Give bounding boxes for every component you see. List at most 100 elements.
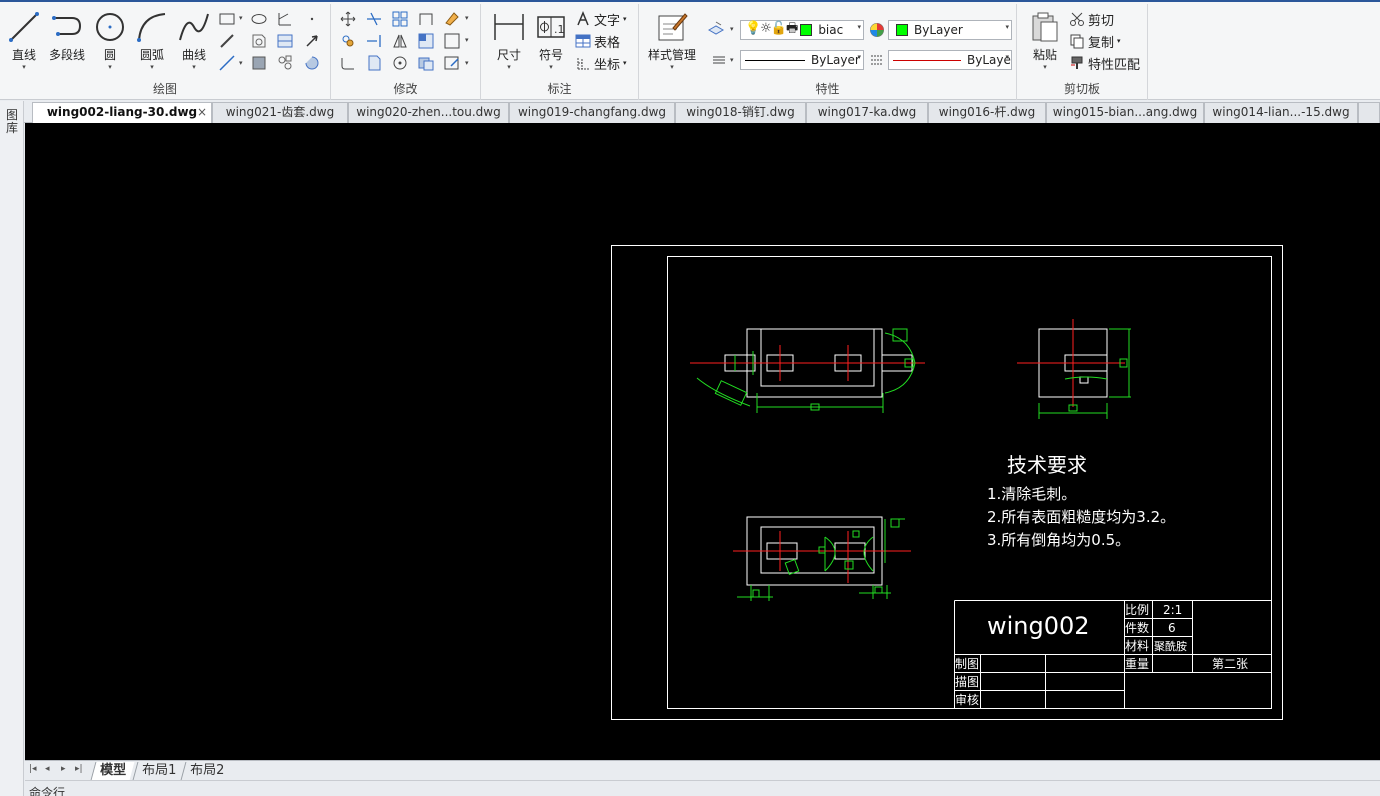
tab-layout2[interactable]: 布局2 (180, 762, 233, 780)
svg-text:.1: .1 (554, 23, 565, 36)
lineweight-select[interactable]: ByLaye ▾ (888, 50, 1012, 70)
scale-value: 2:1 (1163, 603, 1182, 617)
dimension-icon (494, 14, 524, 40)
command-line[interactable]: 命令行 (25, 780, 1380, 796)
symbol-button[interactable]: .1 符号 ▾ (531, 8, 571, 76)
last-layout-icon[interactable]: ▸| (75, 764, 83, 774)
match-layer-icon[interactable] (710, 51, 728, 69)
lineweight-icon[interactable] (868, 51, 886, 69)
insert-block-icon[interactable] (303, 54, 321, 72)
boundary-icon[interactable] (250, 54, 268, 72)
tab-more[interactable] (1358, 102, 1380, 123)
match-properties-icon (1071, 56, 1083, 69)
library-panel-toggle[interactable]: 图库 (4, 109, 20, 135)
rotate-icon[interactable] (391, 54, 409, 72)
copy-icon (1070, 34, 1084, 49)
material-value: 聚酰胺 (1154, 639, 1187, 653)
mirror-icon[interactable] (391, 32, 409, 50)
layer-color-swatch (800, 24, 813, 36)
color-select[interactable]: ByLayer ▾ (888, 20, 1012, 40)
erase-icon[interactable] (443, 10, 461, 28)
linetype-select[interactable]: ByLayer ▾ (740, 50, 864, 70)
offset-icon[interactable] (417, 10, 435, 28)
first-layout-icon[interactable]: |◂ (29, 764, 37, 774)
sheet-label: 第二张 (1212, 657, 1248, 671)
tab-wing021[interactable]: wing021-齿套.dwg (212, 102, 348, 123)
tab-wing017[interactable]: wing017-ka.dwg (806, 102, 928, 123)
block-icon[interactable] (276, 54, 294, 72)
fillet-icon[interactable] (339, 54, 357, 72)
modify-panel: ▾ ▾ ▾ 修改 (331, 4, 481, 100)
color-swatch (896, 24, 908, 36)
arrow-pointer-icon[interactable] (303, 32, 321, 50)
traced-by-label: 描图 (955, 675, 979, 689)
tech-requirement-3: 3.所有倒角均为0.5。 (987, 531, 1130, 549)
line-icon (9, 12, 39, 42)
edit-icon[interactable] (443, 54, 461, 72)
extend-icon[interactable] (365, 32, 383, 50)
text-icon (577, 11, 589, 26)
table-icon (575, 34, 591, 48)
move-icon[interactable] (339, 10, 357, 28)
layer-select[interactable]: 💡☼🔓🖶 biac ▾ (740, 20, 864, 40)
explode-icon[interactable] (417, 54, 435, 72)
table-button[interactable]: 表格 (575, 32, 620, 51)
arc-button[interactable]: 圆弧 ▾ (132, 8, 172, 76)
next-layout-icon[interactable]: ▸ (61, 764, 66, 774)
circle-button[interactable]: 圆 ▾ (90, 8, 130, 76)
copy-button[interactable]: 复制 ▾ (1069, 32, 1121, 51)
paste-button[interactable]: 粘贴 ▾ (1025, 8, 1065, 76)
checked-by-label: 审核 (955, 692, 979, 707)
tab-model[interactable]: 模型 (90, 762, 135, 780)
tab-wing002[interactable]: wing002-liang-30.dwg × (32, 102, 212, 123)
scale-label: 比例 (1125, 603, 1149, 617)
tab-wing014[interactable]: wing014-lian...-15.dwg (1204, 102, 1358, 123)
tab-layout1[interactable]: 布局1 (132, 762, 185, 780)
style-manager-button[interactable]: 样式管理 ▾ (645, 8, 699, 76)
color-wheel-icon[interactable] (868, 21, 886, 39)
match-properties-button[interactable]: 特性匹配 (1069, 54, 1140, 73)
pencil-icon[interactable] (218, 32, 236, 50)
tab-wing018[interactable]: wing018-销钉.dwg (675, 102, 806, 123)
chamfer-icon[interactable] (365, 54, 383, 72)
copy-object-icon[interactable] (339, 32, 357, 50)
symbol-icon: .1 (537, 16, 565, 38)
close-tab-icon[interactable]: × (197, 103, 207, 122)
cad-window: 直线 ▾ 多段线 圆 ▾ 圆弧 ▾ 曲线 ▾ ▾ ▾ 绘图 ▾ ▾ ▾ 修改 尺… (0, 0, 1380, 796)
scale-icon[interactable] (443, 32, 461, 50)
scissors-icon (1070, 12, 1084, 26)
tab-wing016[interactable]: wing016-杆.dwg (928, 102, 1046, 123)
weight-label: 重量 (1125, 657, 1149, 671)
hatch-icon[interactable] (276, 32, 294, 50)
side-view (1017, 319, 1131, 419)
trim-icon[interactable] (365, 10, 383, 28)
drawing-canvas[interactable]: 技术要求 1.清除毛刺。 2.所有表面粗糙度均为3.2。 3.所有倒角均为0.5… (25, 123, 1380, 760)
lineweight-preview (893, 59, 961, 61)
point-icon[interactable] (303, 10, 321, 28)
curve-button[interactable]: 曲线 ▾ (174, 8, 214, 76)
line-button[interactable]: 直线 ▾ (4, 8, 44, 76)
properties-panel: 样式管理 ▾ ▾ 💡☼🔓🖶 biac ▾ ByLayer ▾ ▾ ByLayer… (639, 4, 1017, 100)
quantity-value: 6 (1168, 621, 1176, 635)
ribbon: 直线 ▾ 多段线 圆 ▾ 圆弧 ▾ 曲线 ▾ ▾ ▾ 绘图 ▾ ▾ ▾ 修改 尺… (0, 0, 1380, 100)
xline-icon[interactable] (218, 54, 236, 72)
angle-icon[interactable] (276, 10, 294, 28)
polyline-button[interactable]: 多段线 (46, 8, 88, 76)
coordinate-button[interactable]: 坐标 ▾ (575, 54, 627, 73)
dimension-button[interactable]: 尺寸 ▾ (489, 8, 529, 76)
cut-button[interactable]: 剪切 (1069, 10, 1114, 29)
tab-wing015[interactable]: wing015-bian...ang.dwg (1046, 102, 1204, 123)
stretch-icon[interactable] (417, 32, 435, 50)
text-button[interactable]: 文字 ▾ (575, 10, 627, 29)
layer-states-icon[interactable] (707, 20, 725, 38)
prev-layout-icon[interactable]: ◂ (45, 764, 50, 774)
arc-icon (137, 13, 166, 42)
ellipse-icon[interactable] (250, 10, 268, 28)
tab-wing020[interactable]: wing020-zhen...tou.dwg (348, 102, 509, 123)
region-icon[interactable] (250, 32, 268, 50)
rectangle-icon[interactable] (218, 10, 236, 28)
drawing-svg: 技术要求 1.清除毛刺。 2.所有表面粗糙度均为3.2。 3.所有倒角均为0.5… (611, 245, 1283, 720)
array-icon[interactable] (391, 10, 409, 28)
tab-wing019[interactable]: wing019-changfang.dwg (509, 102, 675, 123)
document-tabs: wing002-liang-30.dwg × wing021-齿套.dwg win… (0, 101, 1380, 123)
